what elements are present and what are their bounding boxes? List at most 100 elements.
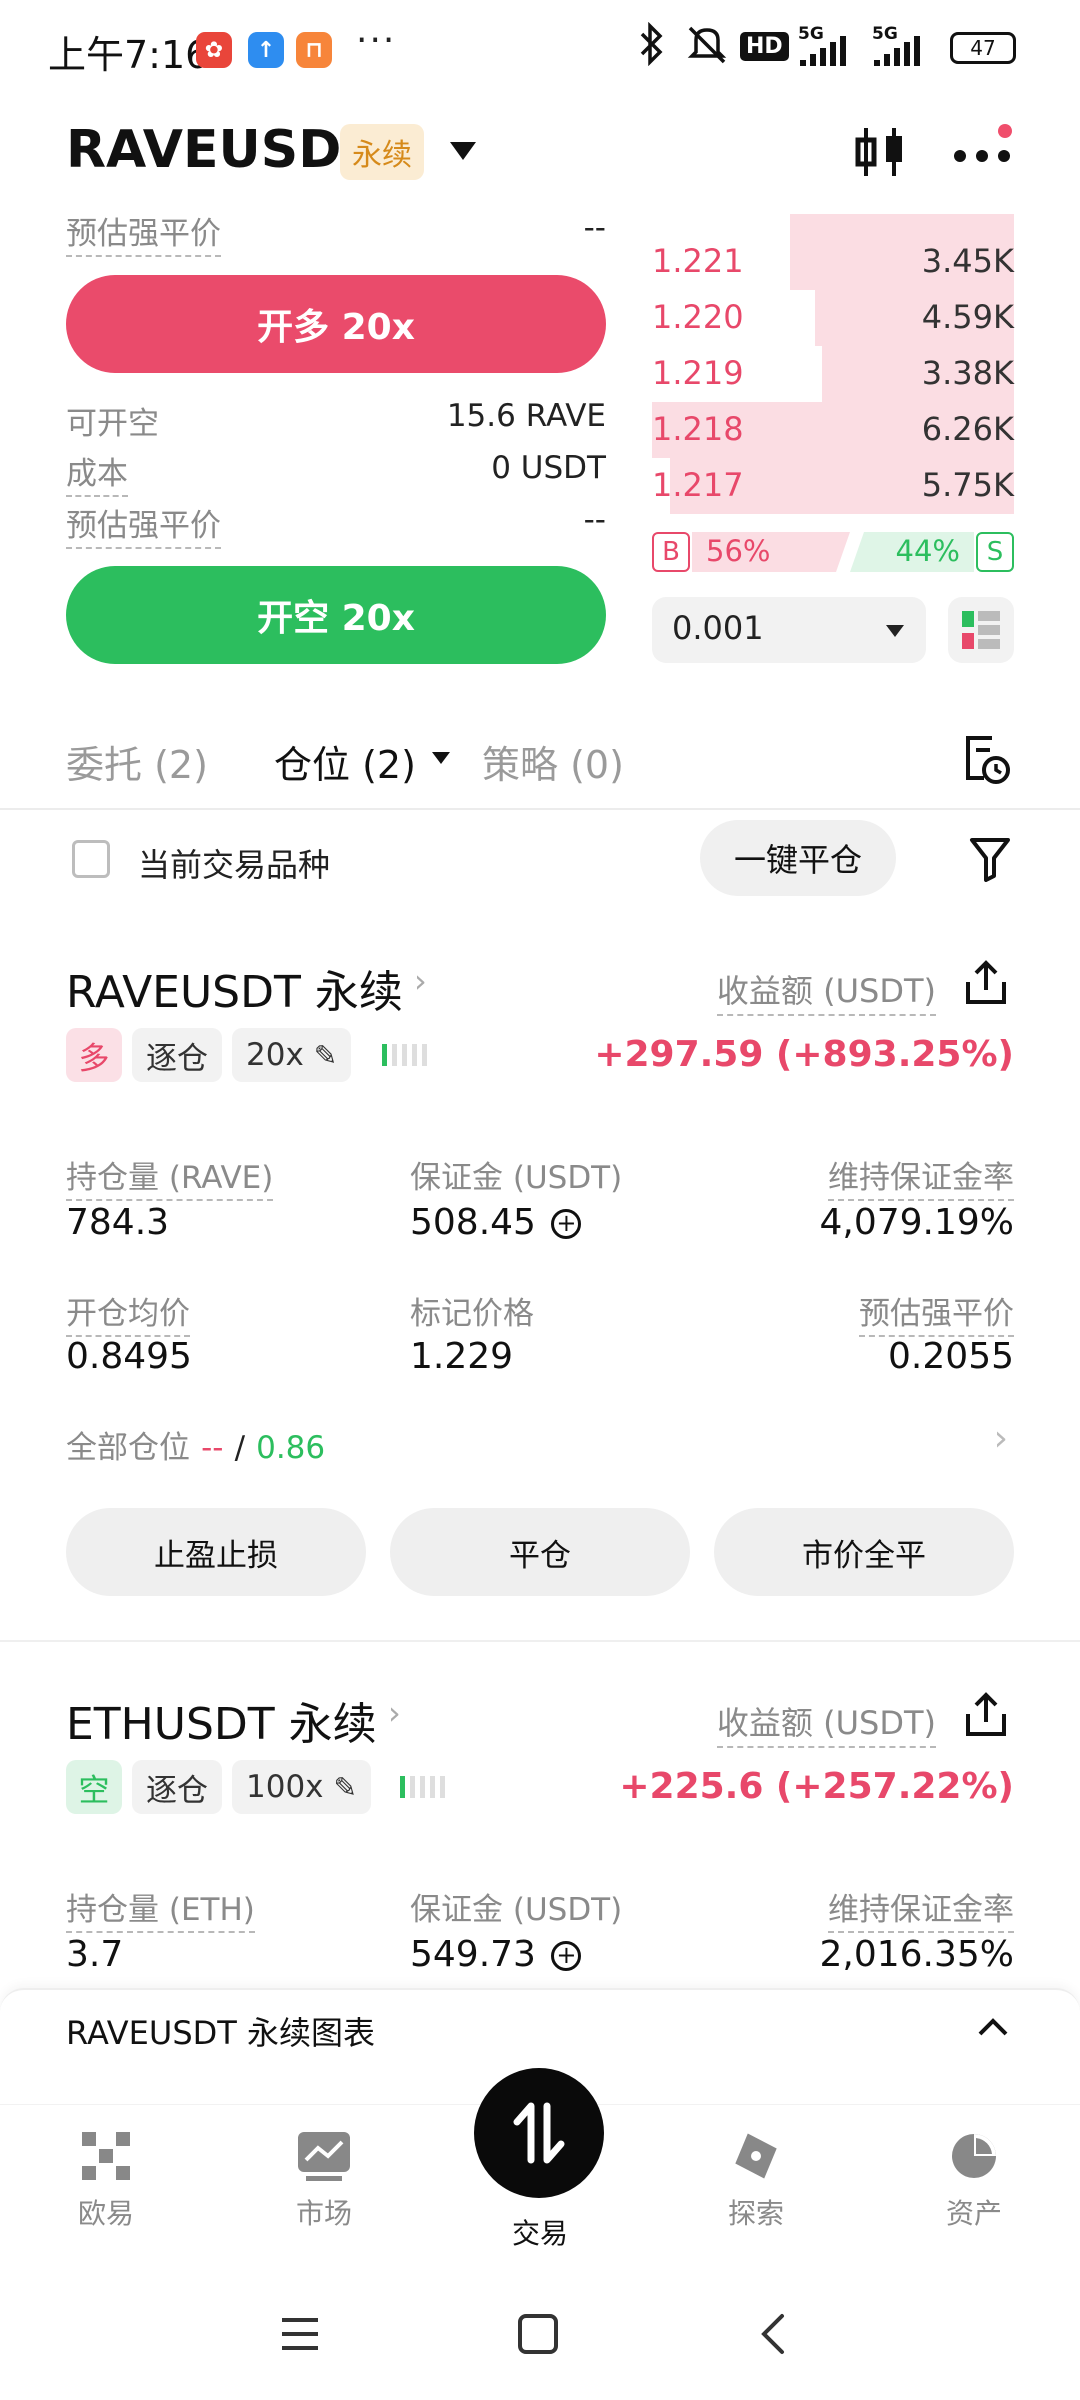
- ask-row[interactable]: 1.220 4.59K: [652, 290, 1014, 346]
- ask-price: 1.217: [652, 466, 744, 504]
- market-close-all-button[interactable]: 市价全平: [714, 1508, 1014, 1596]
- ask-row[interactable]: 1.217 5.75K: [652, 458, 1014, 514]
- open-long-button[interactable]: 开多 20x: [66, 275, 606, 373]
- nav-market[interactable]: 市场: [254, 2130, 394, 2232]
- perpetual-tag: 永续: [340, 124, 424, 180]
- position-title[interactable]: RAVEUSDT 永续: [66, 956, 403, 1020]
- liq-price-label: 预估强平价: [66, 500, 221, 549]
- app-notification-icon-blue: ↑: [248, 32, 284, 68]
- pnl-label: 收益额 (USDT): [716, 1698, 936, 1748]
- edit-pencil-icon: ✎: [333, 1770, 357, 1804]
- pair-title[interactable]: RAVEUSDT: [66, 120, 377, 180]
- ask-price: 1.220: [652, 298, 744, 336]
- ask-price: 1.221: [652, 242, 744, 280]
- position-chevron-icon[interactable]: ›: [388, 1694, 401, 1732]
- leverage-badge[interactable]: 20x ✎: [232, 1028, 352, 1082]
- assets-pie-icon: [952, 2134, 996, 2178]
- bluetooth-icon: [636, 21, 666, 74]
- ask-quantity: 3.45K: [921, 242, 1014, 280]
- recent-apps-icon[interactable]: [278, 2314, 322, 2358]
- buy-indicator: B: [652, 532, 690, 572]
- close-all-button[interactable]: 一键平仓: [700, 820, 896, 896]
- mmr-label: 维持保证金率: [828, 1152, 1014, 1201]
- filter-funnel-icon[interactable]: [968, 836, 1012, 886]
- nav-explore[interactable]: 探索: [686, 2130, 826, 2232]
- notification-dot: [998, 124, 1012, 138]
- sell-indicator: S: [976, 532, 1014, 572]
- open-short-button[interactable]: 开空 20x: [66, 566, 606, 664]
- mmr-label: 维持保证金率: [828, 1884, 1014, 1933]
- price-precision-select[interactable]: 0.001: [652, 597, 926, 663]
- unrealized-pnl: +297.59 (+893.25%): [594, 1034, 1014, 1075]
- add-margin-icon[interactable]: +: [551, 1941, 582, 1971]
- position-chevron-icon[interactable]: ›: [414, 962, 427, 1000]
- tp-sl-button[interactable]: 止盈止损: [66, 1508, 366, 1596]
- current-symbol-label: 当前交易品种: [138, 846, 331, 884]
- positions-tab-caret-icon[interactable]: [432, 752, 450, 764]
- tab-divider: [0, 808, 1080, 810]
- pair-dropdown-icon[interactable]: [450, 142, 476, 160]
- margin-value: 508.45 +: [410, 1202, 582, 1243]
- all-positions-chevron-icon: ›: [993, 1418, 1008, 1459]
- buy-sell-ratio: B 56% 44% S: [652, 530, 1014, 574]
- ask-row[interactable]: 1.221 3.45K: [652, 234, 1014, 290]
- chevron-up-icon[interactable]: [976, 2016, 1010, 2042]
- avail-short-value: 15.6 RAVE: [446, 398, 606, 434]
- tab-strategies[interactable]: 策略 (0): [482, 734, 624, 789]
- mute-bell-icon: [684, 22, 730, 74]
- all-positions-row[interactable]: 全部仓位 -- / 0.86 ›: [66, 1418, 1014, 1466]
- chart-drawer-label: RAVEUSDT 永续图表: [66, 2014, 375, 2052]
- nav-label: 探索: [727, 2197, 784, 2230]
- hd-voice-icon: HD: [740, 32, 789, 61]
- nav-home[interactable]: 欧易: [36, 2130, 176, 2232]
- home-icon[interactable]: [516, 2312, 560, 2360]
- leverage-value: 100x: [246, 1769, 324, 1805]
- tab-positions[interactable]: 仓位 (2): [274, 734, 416, 789]
- candlestick-chart-icon[interactable]: [852, 122, 908, 186]
- ask-row[interactable]: 1.219 3.38K: [652, 346, 1014, 402]
- unrealized-pnl: +225.6 (+257.22%): [619, 1766, 1014, 1807]
- nav-label: 欧易: [77, 2197, 134, 2230]
- side-badge-long: 多: [66, 1028, 122, 1082]
- entry-price-value: 0.8495: [66, 1336, 192, 1377]
- battery-icon: 47: [950, 32, 1016, 64]
- mmr-value: 2,016.35%: [819, 1934, 1014, 1975]
- position-title[interactable]: ETHUSDT 永续: [66, 1688, 377, 1752]
- ask-quantity: 4.59K: [921, 298, 1014, 336]
- leverage-badge[interactable]: 100x ✎: [232, 1760, 371, 1814]
- entry-price-label: 开仓均价: [66, 1288, 190, 1337]
- tab-orders[interactable]: 委托 (2): [66, 734, 208, 789]
- share-icon[interactable]: [962, 1692, 1010, 1742]
- explore-compass-icon: [735, 2133, 777, 2179]
- nav-label-trade: 交易: [511, 2217, 568, 2250]
- close-position-button[interactable]: 平仓: [390, 1508, 690, 1596]
- cost-label: 成本: [66, 448, 128, 497]
- all-positions-value-a: --: [201, 1430, 224, 1466]
- ask-price: 1.218: [652, 410, 744, 448]
- edit-pencil-icon: ✎: [313, 1038, 338, 1072]
- ask-price: 1.219: [652, 354, 744, 392]
- share-icon[interactable]: [962, 960, 1010, 1010]
- mmr-value: 4,079.19%: [819, 1202, 1014, 1243]
- current-symbol-checkbox[interactable]: [72, 840, 110, 878]
- order-history-icon[interactable]: [962, 732, 1012, 790]
- ask-quantity: 5.75K: [921, 466, 1014, 504]
- pnl-label: 收益额 (USDT): [716, 966, 936, 1016]
- ask-row[interactable]: 1.218 6.26K: [652, 402, 1014, 458]
- add-margin-icon[interactable]: +: [551, 1209, 582, 1239]
- back-icon[interactable]: [756, 2312, 788, 2360]
- nav-assets[interactable]: 资产: [904, 2130, 1044, 2232]
- avail-short-label: 可开空: [66, 406, 159, 442]
- liq-price-value: 0.2055: [888, 1336, 1014, 1377]
- nav-trade-button[interactable]: [474, 2068, 604, 2198]
- orderbook-layout-icon[interactable]: [948, 597, 1014, 663]
- position-size-value: 784.3: [66, 1202, 170, 1243]
- status-more-icon: ···: [356, 20, 397, 61]
- margin-value: 549.73 +: [410, 1934, 582, 1975]
- risk-level-bars: [400, 1776, 456, 1804]
- more-menu-icon[interactable]: [952, 148, 1012, 168]
- all-positions-label: 全部仓位: [66, 1430, 190, 1466]
- risk-level-bars: [382, 1044, 438, 1072]
- liq-price-value: --: [583, 502, 606, 538]
- okx-logo-icon: [82, 2132, 130, 2180]
